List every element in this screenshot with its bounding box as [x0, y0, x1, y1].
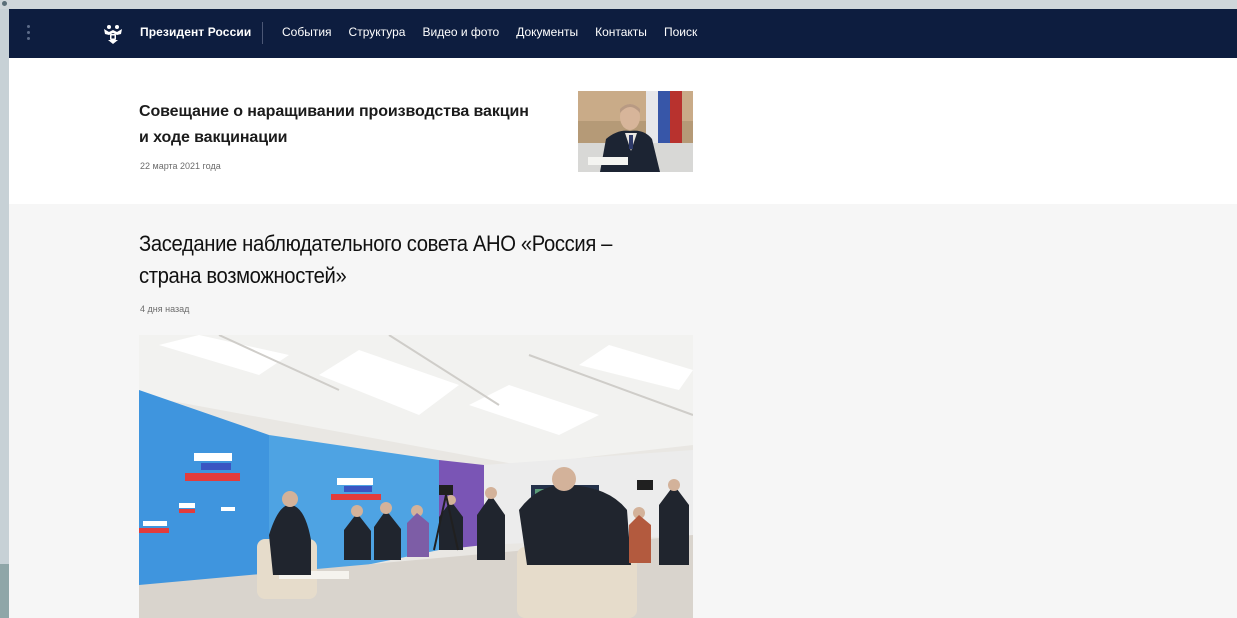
news-item-date: 22 марта 2021 года	[140, 161, 221, 171]
nav-item-documents[interactable]: Документы	[516, 25, 578, 39]
news-item-thumbnail[interactable]	[578, 91, 693, 172]
news-item-photo[interactable]	[139, 335, 693, 618]
window-top-strip	[0, 0, 1237, 9]
eagle-emblem-icon[interactable]	[102, 23, 124, 45]
window-left-edge-lower	[0, 564, 9, 618]
main-nav: События Структура Видео и фото Документы…	[282, 25, 697, 39]
news-item: Совещание о наращивании производства вак…	[9, 58, 1237, 204]
news-item-title-link[interactable]: Заседание наблюдательного совета АНО «Ро…	[139, 228, 654, 292]
nav-item-contacts[interactable]: Контакты	[595, 25, 647, 39]
nav-item-video-photo[interactable]: Видео и фото	[422, 25, 499, 39]
menu-dots-icon[interactable]	[27, 25, 31, 43]
window-dot-icon	[2, 1, 7, 6]
news-item-title-link[interactable]: Совещание о наращивании производства вак…	[139, 99, 539, 151]
window-left-edge	[0, 9, 9, 618]
nav-item-events[interactable]: События	[282, 25, 332, 39]
nav-divider	[262, 22, 263, 44]
site-title[interactable]: Президент России	[140, 25, 251, 39]
nav-item-structure[interactable]: Структура	[349, 25, 406, 39]
nav-item-search[interactable]: Поиск	[664, 25, 697, 39]
news-item: Заседание наблюдательного совета АНО «Ро…	[9, 204, 1237, 618]
site-navbar: Президент России События Структура Видео…	[9, 9, 1237, 58]
news-item-date: 4 дня назад	[140, 304, 190, 314]
